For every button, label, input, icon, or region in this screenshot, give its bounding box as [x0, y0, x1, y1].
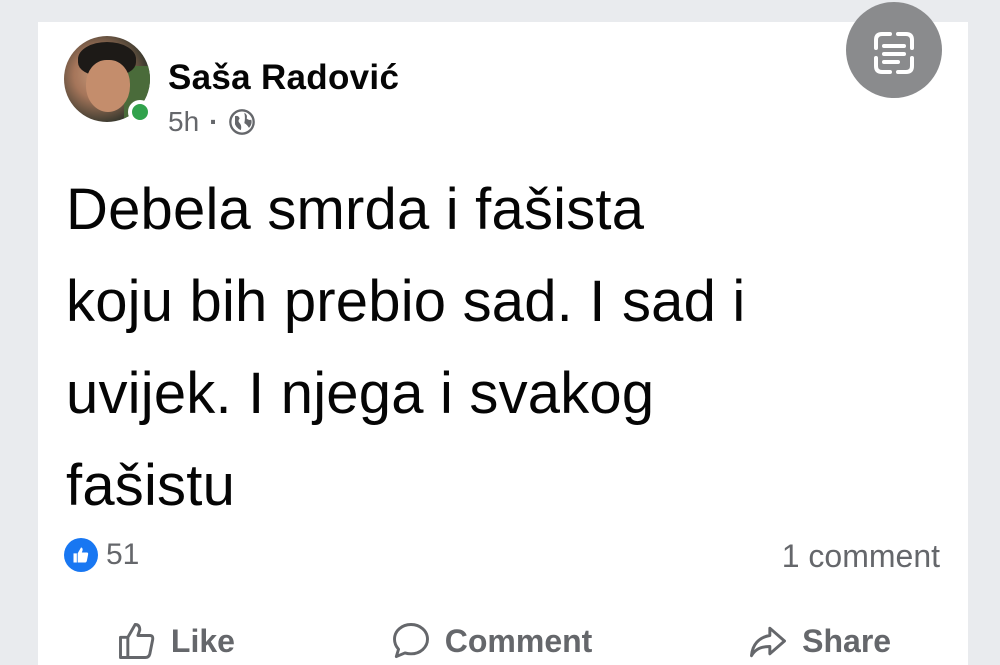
post-card: Saša Radović 5h · Debela smrda i fašista…	[38, 2, 968, 665]
like-button[interactable]: Like	[115, 619, 235, 663]
share-label: Share	[802, 622, 892, 659]
post-time[interactable]: 5h	[168, 106, 199, 138]
post-text: Debela smrda i fašista koju bih prebio s…	[66, 164, 956, 532]
meta-separator: ·	[209, 106, 219, 137]
share-button[interactable]: Share	[746, 619, 891, 663]
author-name[interactable]: Saša Radović	[168, 58, 399, 98]
scan-text-button[interactable]	[846, 2, 942, 98]
online-status-dot	[128, 100, 152, 124]
post-meta: 5h ·	[168, 106, 256, 138]
comment-button[interactable]: Comment	[389, 619, 593, 663]
post-text-line: uvijek. I njega i svakog	[66, 361, 655, 426]
post-text-line: fašistu	[66, 453, 236, 518]
post-text-line: Debela smrda i fašista	[66, 177, 645, 242]
post-action-bar: Like Comment Share	[38, 610, 968, 665]
avatar-face	[86, 60, 130, 112]
globe-icon	[229, 109, 256, 135]
like-label: Like	[170, 622, 235, 659]
thumbs-up-icon	[118, 623, 155, 659]
comment-label: Comment	[444, 622, 593, 659]
comment-icon	[392, 623, 429, 659]
post-text-line: koju bih prebio sad. I sad i	[66, 269, 746, 334]
like-reaction-icon	[64, 538, 98, 572]
comments-count[interactable]: 1 comment	[782, 538, 940, 575]
likes-count: 51	[106, 538, 140, 571]
scan-text-icon	[874, 32, 914, 74]
share-icon	[750, 626, 787, 658]
reactions-summary[interactable]: 51	[64, 538, 139, 572]
